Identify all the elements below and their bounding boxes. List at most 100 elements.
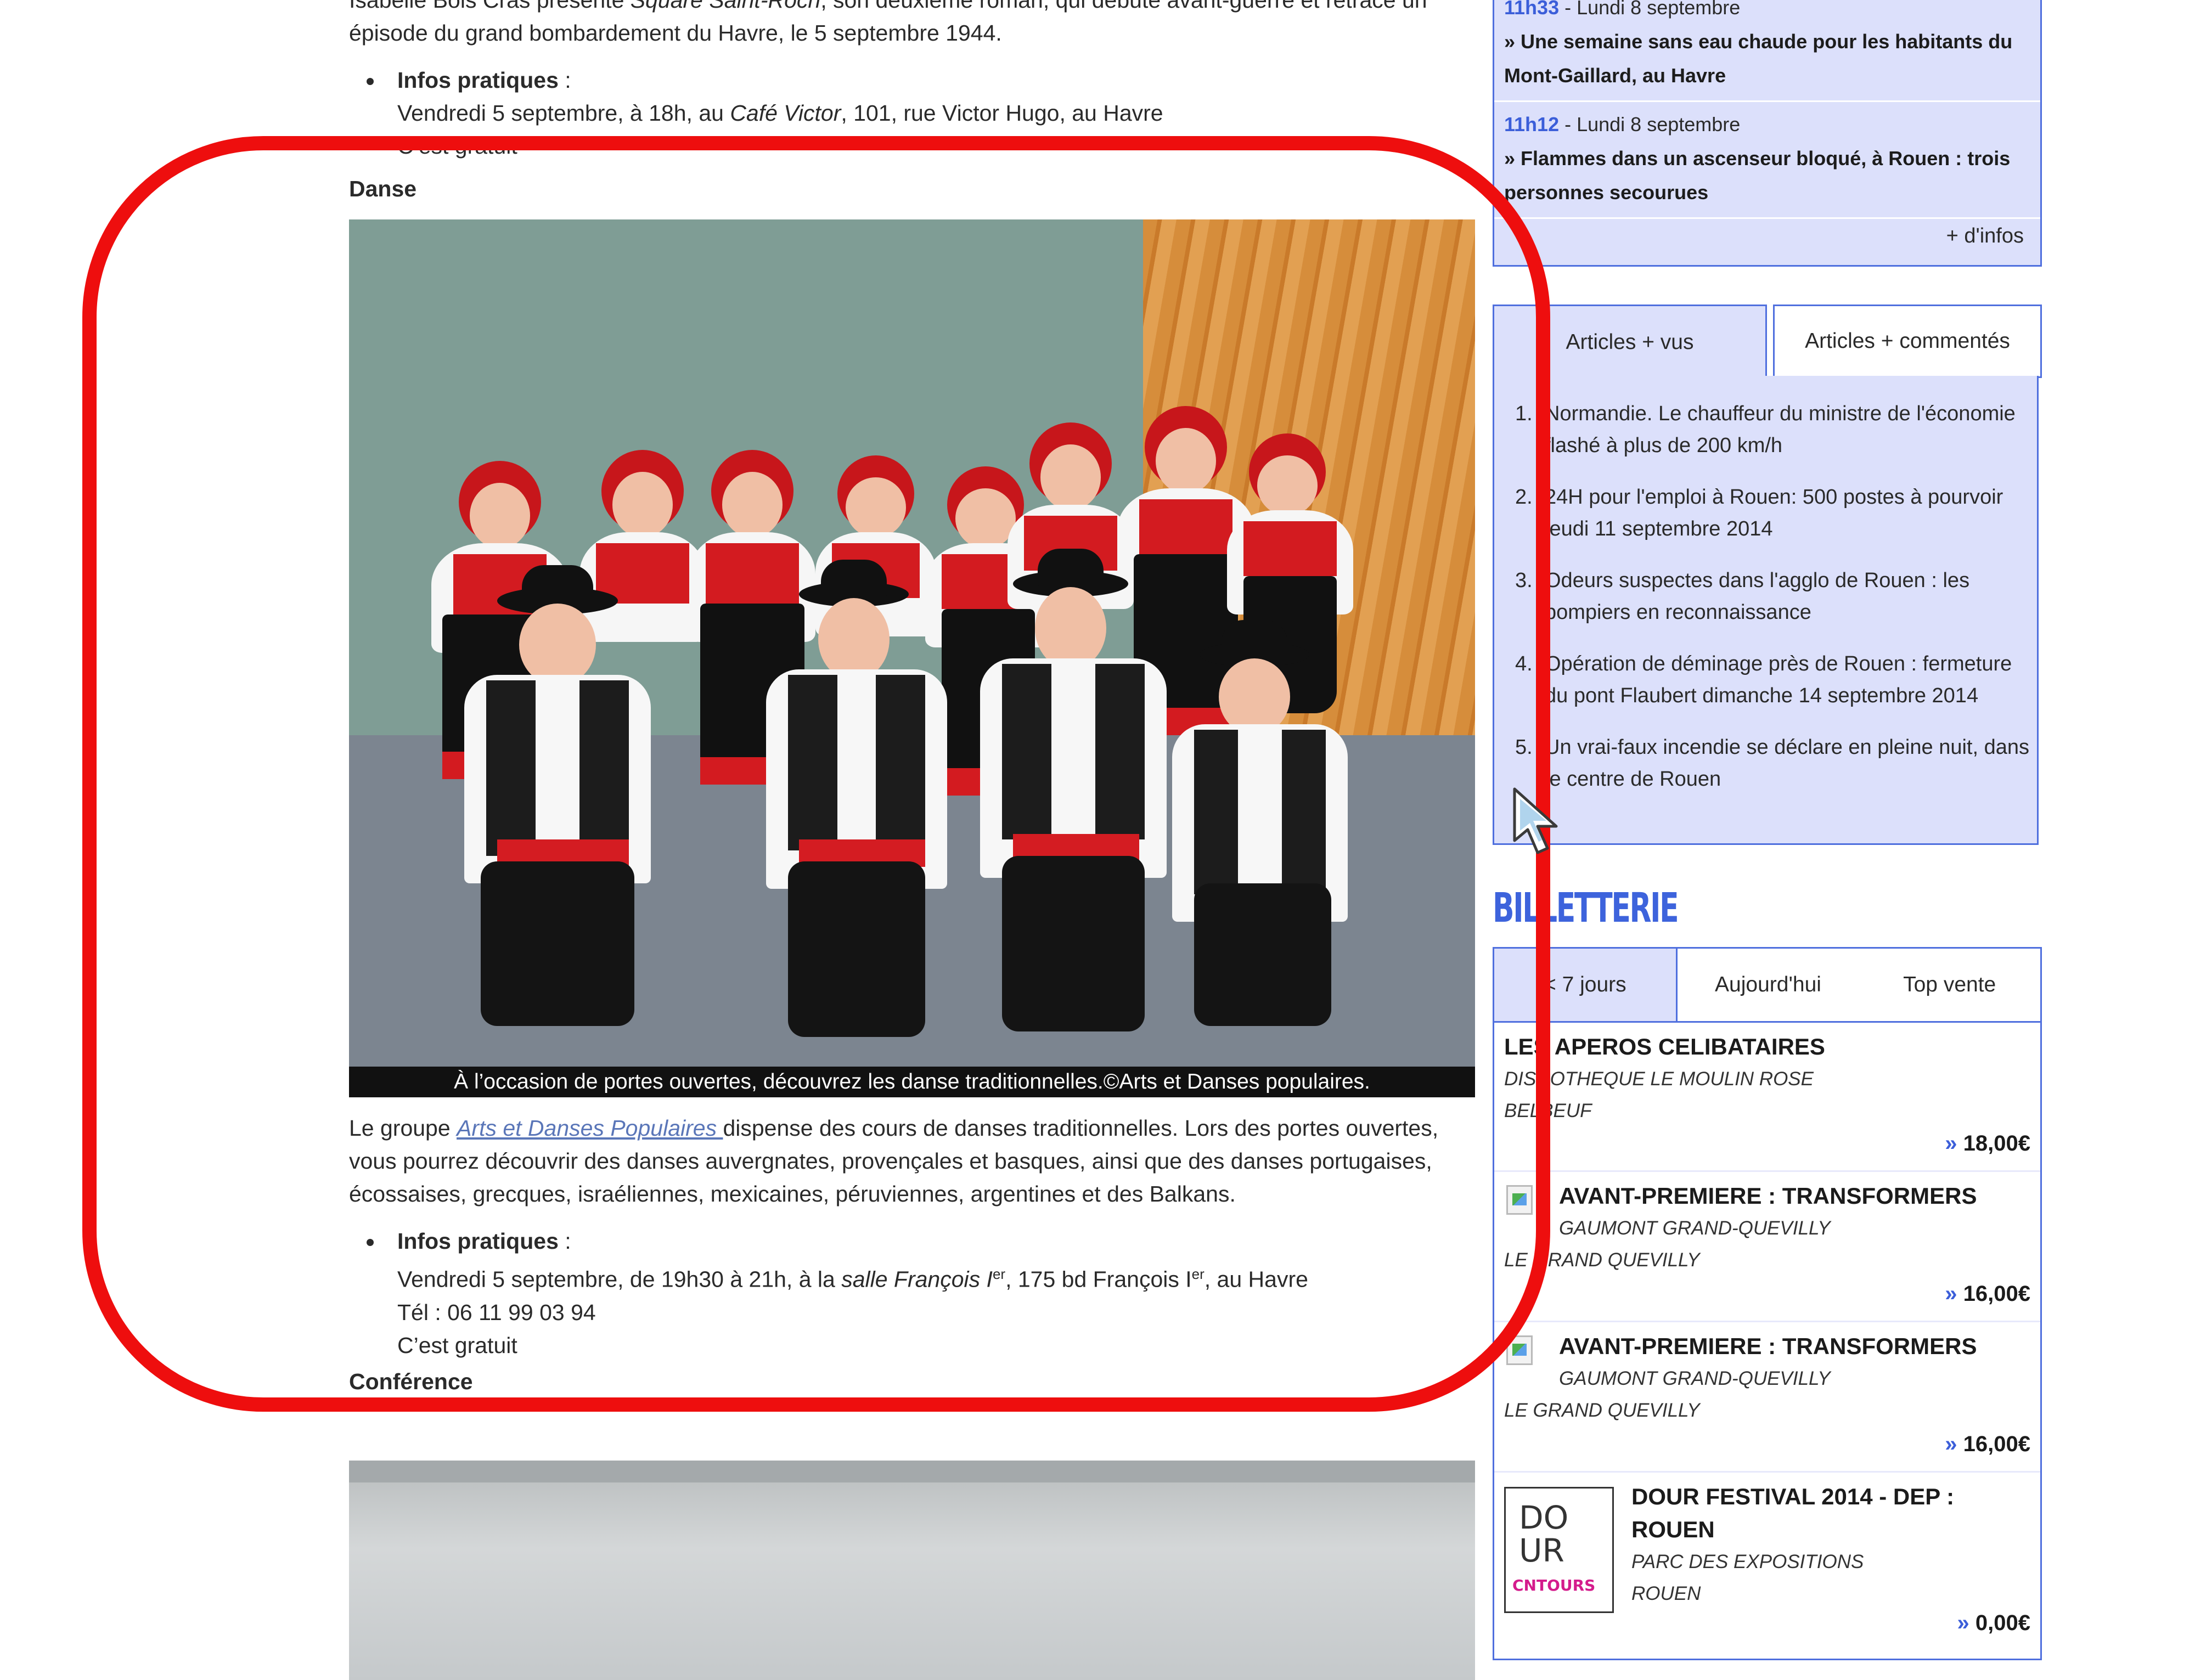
price-marker: » [1945,1131,1963,1155]
photo-ceiling [349,1461,1475,1482]
event-price: » 18,00€ [1945,1131,2030,1156]
cursor-arrow-icon [1513,787,1558,854]
latest-news-box: 11h33 - Lundi 8 septembre » Une semaine … [1493,0,2042,267]
info-list-danse: Infos pratiques : Vendredi 5 septembre, … [349,1225,1474,1362]
event-item[interactable]: LES APEROS CELIBATAIRES DISCOTHEQUE LE M… [1494,1023,2040,1172]
book-title: Square Saint-Roch [630,0,821,13]
intro-text: Isabelle Bois Cras présente [349,0,631,13]
price-marker: » [1945,1282,1963,1306]
bullet-icon [367,1239,374,1246]
event-title[interactable]: DOUR FESTIVAL 2014 - DEP : ROUEN [1631,1480,2040,1546]
event-price: » 16,00€ [1945,1432,2030,1457]
dour-festival-logo: DO UR CNTOURS [1504,1487,1614,1613]
list-item[interactable]: 4. Opération de déminage près de Rouen : … [1494,648,2037,712]
list-number: 5. [1515,736,1533,759]
tab-7-jours[interactable]: < 7 jours [1494,949,1678,1021]
info-title: Infos pratiques [397,67,559,93]
tab-articles-vus[interactable]: Articles + vus [1493,305,1767,378]
info-address: , 175 bd François I [1005,1266,1192,1292]
info-colon: : [558,67,571,93]
price-marker: » [1945,1432,1963,1456]
info-colon: : [558,1228,571,1254]
news-item[interactable]: 11h12 - Lundi 8 septembre » Flammes dans… [1494,102,2040,219]
article-link[interactable]: Odeurs suspectes dans l'agglo de Rouen :… [1545,569,1969,624]
tab-top-vente[interactable]: Top vente [1859,949,2040,1021]
list-item[interactable]: 2. 24H pour l'emploi à Rouen: 500 postes … [1494,481,2037,545]
event-venue: PARC DES EXPOSITIONS [1631,1551,1864,1572]
logo-text: UR [1519,1532,1564,1569]
article-link[interactable]: Un vrai-faux incendie se déclare en plei… [1545,736,2029,791]
event-city: LE GRAND QUEVILLY [1504,1249,1700,1271]
info-title: Infos pratiques [397,1228,559,1254]
danse-paragraph: Le groupe Arts et Danses Populaires disp… [349,1112,1474,1210]
event-city: LE GRAND QUEVILLY [1504,1400,1700,1421]
info-item: Infos pratiques : Vendredi 5 septembre, … [349,64,1474,162]
more-info-link[interactable]: + d'infos [1494,219,2040,253]
price-value: 16,00€ [1963,1282,2030,1306]
news-title[interactable]: » Flammes dans un ascenseur bloqué, à Ro… [1504,142,2030,210]
event-title[interactable]: LES APEROS CELIBATAIRES [1504,1030,2040,1063]
event-city: ROUEN [1631,1583,1701,1604]
news-time: 11h33 [1504,0,1560,19]
list-number: 1. [1515,402,1533,425]
tab-articles-commentes[interactable]: Articles + commentés [1773,305,2042,378]
info-address: , 101, rue Victor Hugo, au Havre [841,100,1163,126]
tab-aujourdhui[interactable]: Aujourd'hui [1678,949,1859,1021]
section-heading-conference: Conférence [349,1368,473,1394]
event-price: » 0,00€ [1957,1611,2030,1636]
list-number: 2. [1515,486,1533,509]
list-item[interactable]: 3. Odeurs suspectes dans l'agglo de Rouen… [1494,565,2037,628]
info-price: C’est gratuit [397,133,517,159]
article-link[interactable]: Opération de déminage près de Rouen : fe… [1545,652,2012,707]
billetterie-heading: BILLETTERIE [1493,884,1679,932]
most-viewed-list: 1. Normandie. Le chauffeur du ministre de… [1493,376,2039,845]
intro-paragraph: Isabelle Bois Cras présente Square Saint… [349,0,1474,49]
superscript: er [992,1266,1006,1282]
bullet-icon [367,78,374,85]
superscript: er [1191,1266,1205,1282]
event-city: BELBEUF [1504,1100,1592,1121]
event-venue: GAUMONT GRAND-QUEVILLY [1559,1368,1831,1389]
articles-tabs: Articles + vus Articles + commentés [1493,305,2042,378]
event-title[interactable]: AVANT-PREMIERE : TRANSFORMERS [1504,1180,2040,1213]
article-link[interactable]: 24H pour l'emploi à Rouen: 500 postes à … [1545,486,2003,540]
section-heading-danse: Danse [349,176,417,201]
event-price: » 16,00€ [1945,1282,2030,1306]
logo-text: DO [1519,1499,1569,1536]
top-articles-list: 1. Normandie. Le chauffeur du ministre de… [1494,398,2037,795]
info-item: Infos pratiques : Vendredi 5 septembre, … [349,1225,1474,1362]
list-number: 4. [1515,652,1533,675]
broken-image-icon [1506,1335,1533,1365]
info-line: Vendredi 5 septembre, à 18h, au [397,100,730,126]
logo-text: CNTOURS [1512,1576,1596,1594]
dance-group-photo[interactable]: À l’occasion de portes ouvertes, découvr… [349,219,1475,1097]
news-time: 11h12 [1504,113,1560,136]
info-list-signature: Infos pratiques : Vendredi 5 septembre, … [349,64,1474,162]
article-content: Isabelle Bois Cras présente Square Saint… [349,0,1475,1398]
venue-name: salle François I [841,1266,993,1292]
price-value: 0,00€ [1975,1611,2030,1635]
news-item[interactable]: 11h33 - Lundi 8 septembre » Une semaine … [1494,0,2040,102]
info-price: C’est gratuit [397,1332,517,1358]
price-value: 18,00€ [1963,1131,2030,1155]
price-value: 16,00€ [1963,1432,2030,1456]
news-date: - Lundi 8 septembre [1559,113,1741,136]
list-number: 3. [1515,569,1533,592]
broken-image-icon [1506,1185,1533,1215]
news-title[interactable]: » Une semaine sans eau chaude pour les h… [1504,25,2030,93]
price-marker: » [1957,1611,1975,1635]
event-title[interactable]: AVANT-PREMIERE : TRANSFORMERS [1504,1330,2040,1363]
event-item[interactable]: DO UR CNTOURS DOUR FESTIVAL 2014 - DEP :… [1494,1473,2040,1654]
info-phone: Tél : 06 11 99 03 94 [397,1299,596,1325]
event-item[interactable]: AVANT-PREMIERE : TRANSFORMERS GAUMONT GR… [1494,1172,2040,1322]
conference-photo[interactable] [349,1461,1475,1680]
billetterie-tabs: < 7 jours Aujourd'hui Top vente [1494,949,2040,1023]
article-link[interactable]: Normandie. Le chauffeur du ministre de l… [1545,402,2016,457]
arts-danses-link[interactable]: Arts et Danses Populaires [457,1115,723,1141]
news-date: - Lundi 8 septembre [1559,0,1741,19]
photo-caption: À l’occasion de portes ouvertes, découvr… [349,1067,1475,1097]
event-item[interactable]: AVANT-PREMIERE : TRANSFORMERS GAUMONT GR… [1494,1322,2040,1473]
venue-name: Café Victor [730,100,841,126]
list-item[interactable]: 1. Normandie. Le chauffeur du ministre de… [1494,398,2037,461]
billetterie-box: < 7 jours Aujourd'hui Top vente LES APER… [1493,947,2042,1660]
